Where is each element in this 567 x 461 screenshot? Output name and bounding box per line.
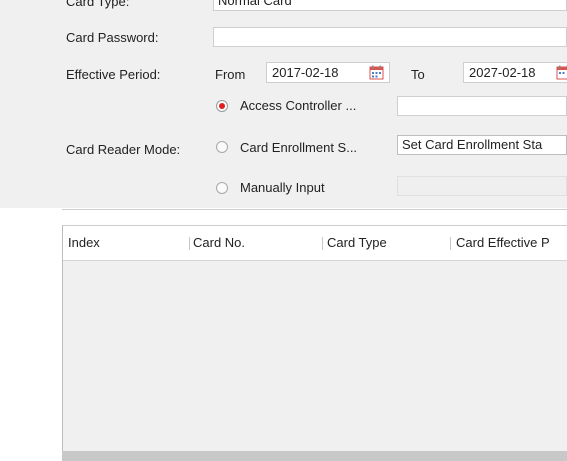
card-password-label: Card Password:: [66, 30, 159, 45]
column-separator: [189, 237, 190, 250]
radio-manually-input[interactable]: [216, 182, 228, 194]
section-divider: [62, 209, 567, 210]
column-card-no[interactable]: Card No.: [193, 235, 245, 250]
card-table[interactable]: Index Card No. Card Type Card Effective …: [62, 225, 567, 461]
table-header: Index Card No. Card Type Card Effective …: [63, 226, 567, 261]
access-controller-field[interactable]: [397, 96, 567, 116]
column-card-effective-period[interactable]: Card Effective P: [456, 235, 550, 250]
radio-manually-input-label: Manually Input: [240, 180, 325, 195]
to-date-value: 2027-02-18: [469, 65, 536, 80]
effective-period-label: Effective Period:: [66, 67, 161, 82]
manual-card-number-input[interactable]: [397, 176, 567, 196]
radio-access-controller[interactable]: [216, 100, 228, 112]
card-reader-mode-label: Card Reader Mode:: [66, 142, 181, 157]
from-label: From: [215, 67, 246, 82]
from-date-value: 2017-02-18: [272, 65, 339, 80]
radio-card-enrollment[interactable]: [216, 141, 228, 153]
calendar-icon[interactable]: [556, 65, 567, 80]
column-separator: [450, 237, 451, 250]
column-index[interactable]: Index: [68, 235, 100, 250]
from-date-picker[interactable]: 2017-02-18: [266, 62, 390, 83]
card-form-panel: Card Type: Normal Card Card Password: Ef…: [0, 0, 567, 208]
calendar-icon[interactable]: [369, 65, 384, 80]
card-type-select[interactable]: Normal Card: [213, 0, 567, 11]
column-separator: [322, 237, 323, 250]
card-type-label: Card Type:: [66, 0, 130, 9]
to-date-picker[interactable]: 2027-02-18: [463, 62, 567, 83]
radio-card-enrollment-label: Card Enrollment S...: [240, 140, 358, 155]
column-card-type[interactable]: Card Type: [327, 235, 387, 250]
card-password-input[interactable]: [213, 27, 567, 47]
radio-access-controller-label: Access Controller ...: [240, 98, 357, 113]
to-label: To: [411, 67, 425, 82]
horizontal-scrollbar[interactable]: [62, 451, 567, 461]
table-body: [63, 260, 567, 450]
set-card-enrollment-station-button[interactable]: Set Card Enrollment Sta: [397, 135, 567, 155]
card-type-value: Normal Card: [218, 0, 292, 8]
